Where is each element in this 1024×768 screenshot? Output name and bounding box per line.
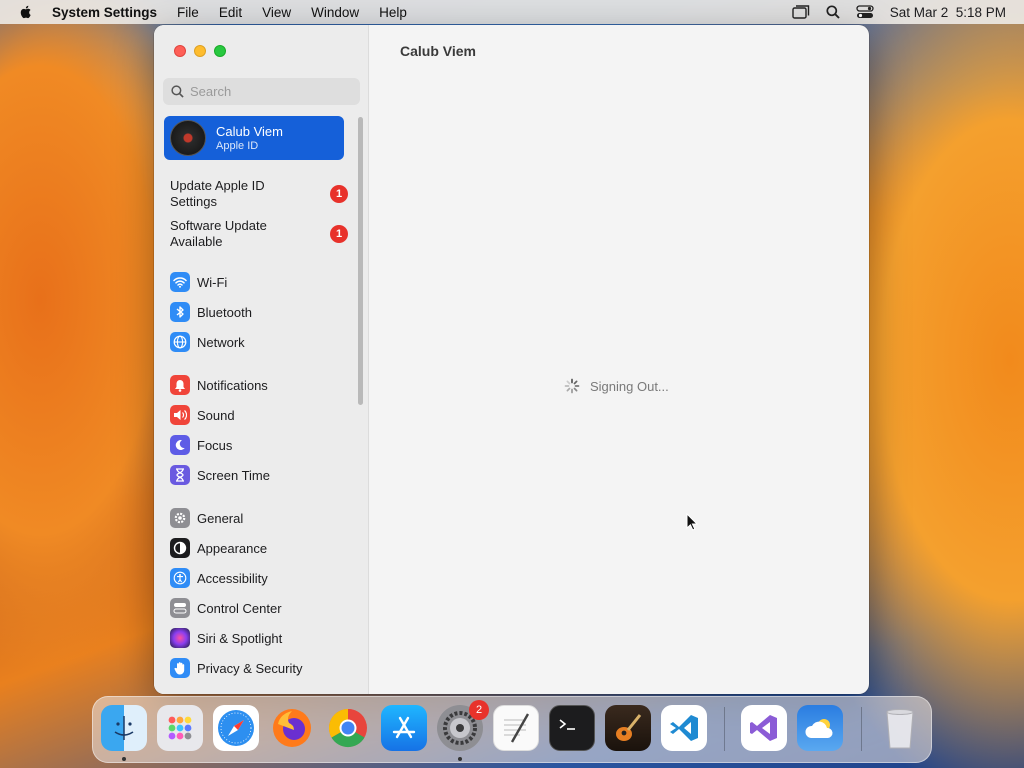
sidebar-item-wifi[interactable]: Wi-Fi <box>170 270 350 294</box>
status-text: Signing Out... <box>590 378 669 394</box>
sidebar-item-label: Sound <box>197 407 235 423</box>
sidebar-item-screen-time[interactable]: Screen Time <box>170 463 350 487</box>
finder-icon[interactable] <box>101 705 147 751</box>
sidebar-item-label: Focus <box>197 437 233 453</box>
sidebar-item-focus[interactable]: Focus <box>170 433 350 457</box>
signing-out-status: Signing Out... <box>564 378 669 394</box>
dock: 2 <box>92 696 932 763</box>
sidebar-item-apple-id[interactable]: Calub Viem Apple ID <box>164 116 344 160</box>
appearance-icon <box>170 538 190 558</box>
globe-icon <box>170 332 190 352</box>
sidebar-item-general[interactable]: General <box>170 506 350 530</box>
sidebar-item-notifications[interactable]: Notifications <box>170 373 350 397</box>
menu-file[interactable]: File <box>177 5 199 20</box>
menu-help[interactable]: Help <box>379 5 407 20</box>
chrome-icon[interactable] <box>325 705 371 751</box>
wifi-icon <box>170 272 190 292</box>
page-title: Calub Viem <box>400 43 476 59</box>
notice-label: Update Apple ID Settings <box>170 178 265 209</box>
sidebar-item-sound[interactable]: Sound <box>170 403 350 427</box>
sidebar-item-software-update[interactable]: Software Update Available 1 <box>170 217 350 251</box>
control-center-icon <box>170 598 190 618</box>
app-menu-system-settings[interactable]: System Settings <box>52 5 157 20</box>
sidebar-item-appearance[interactable]: Appearance <box>170 536 350 560</box>
dock-separator <box>861 707 862 751</box>
search-icon <box>171 85 184 98</box>
app-store-icon[interactable] <box>381 705 427 751</box>
apple-menu-icon[interactable] <box>18 4 34 20</box>
sidebar-item-update-apple-id[interactable]: Update Apple ID Settings 1 <box>170 177 350 211</box>
speaker-icon <box>170 405 190 425</box>
safari-icon[interactable] <box>213 705 259 751</box>
menu-edit[interactable]: Edit <box>219 5 242 20</box>
sidebar-item-label: Accessibility <box>197 570 268 586</box>
notice-label: Software Update Available <box>170 218 267 249</box>
menu-clock[interactable]: Sat Mar 2 5:18 PM <box>890 5 1006 20</box>
sidebar-scrollbar[interactable] <box>358 117 363 405</box>
notification-badge: 1 <box>330 225 348 243</box>
moon-icon <box>170 435 190 455</box>
weather-icon[interactable] <box>797 705 843 751</box>
running-indicator <box>122 757 126 761</box>
menu-bar: System Settings File Edit View Window He… <box>0 0 1024 24</box>
zoom-window-button[interactable] <box>214 45 226 57</box>
dock-separator <box>724 707 725 751</box>
sidebar-item-bluetooth[interactable]: Bluetooth <box>170 300 350 324</box>
sidebar: Calub Viem Apple ID Update Apple ID Sett… <box>154 25 369 694</box>
system-settings-window: Calub Viem Apple ID Update Apple ID Sett… <box>154 25 869 694</box>
sidebar-item-label: Bluetooth <box>197 304 252 320</box>
control-center-menu-icon[interactable] <box>856 5 874 19</box>
sidebar-item-control-center[interactable]: Control Center <box>170 596 350 620</box>
sidebar-item-label: Privacy & Security <box>197 660 303 676</box>
vscode-icon[interactable] <box>661 705 707 751</box>
bell-icon <box>170 375 190 395</box>
sidebar-item-label: Appearance <box>197 540 268 556</box>
sidebar-item-siri-spotlight[interactable]: Siri & Spotlight <box>170 626 350 650</box>
sidebar-item-label: Screen Time <box>197 467 270 483</box>
close-window-button[interactable] <box>174 45 186 57</box>
siri-icon <box>170 628 190 648</box>
bluetooth-icon <box>170 302 190 322</box>
minimize-window-button[interactable] <box>194 45 206 57</box>
textedit-icon[interactable] <box>493 705 539 751</box>
running-indicator <box>458 757 462 761</box>
trash-icon[interactable] <box>877 705 923 751</box>
menu-view[interactable]: View <box>262 5 291 20</box>
sidebar-item-accessibility[interactable]: Accessibility <box>170 566 350 590</box>
gear-icon <box>170 508 190 528</box>
screen-mirroring-icon[interactable] <box>791 5 810 19</box>
terminal-icon[interactable] <box>549 705 595 751</box>
sidebar-item-label: Siri & Spotlight <box>197 630 283 646</box>
firefox-icon[interactable] <box>269 705 315 751</box>
sidebar-item-privacy-security[interactable]: Privacy & Security <box>170 656 350 680</box>
menu-window[interactable]: Window <box>311 5 359 20</box>
spotlight-search-icon[interactable] <box>826 5 840 19</box>
garageband-icon[interactable] <box>605 705 651 751</box>
sidebar-item-label: General <box>197 510 244 526</box>
avatar <box>170 120 206 156</box>
account-subtitle: Apple ID <box>216 140 259 152</box>
mouse-pointer-icon <box>686 513 698 531</box>
sidebar-item-label: Control Center <box>197 600 282 616</box>
spinner-icon <box>564 378 580 394</box>
visual-studio-icon[interactable] <box>741 705 787 751</box>
search-input[interactable] <box>190 84 350 99</box>
accessibility-icon <box>170 568 190 588</box>
sidebar-item-label: Network <box>197 334 245 350</box>
sidebar-item-network[interactable]: Network <box>170 330 350 354</box>
search-field[interactable] <box>163 78 360 105</box>
launchpad-icon[interactable] <box>157 705 203 751</box>
sidebar-item-label: Wi-Fi <box>197 274 228 290</box>
notification-badge: 1 <box>330 185 348 203</box>
account-name: Calub Viem <box>216 124 283 139</box>
hand-icon <box>170 658 190 678</box>
notification-badge: 2 <box>469 700 489 720</box>
hourglass-icon <box>170 465 190 485</box>
sidebar-item-label: Notifications <box>197 377 268 393</box>
